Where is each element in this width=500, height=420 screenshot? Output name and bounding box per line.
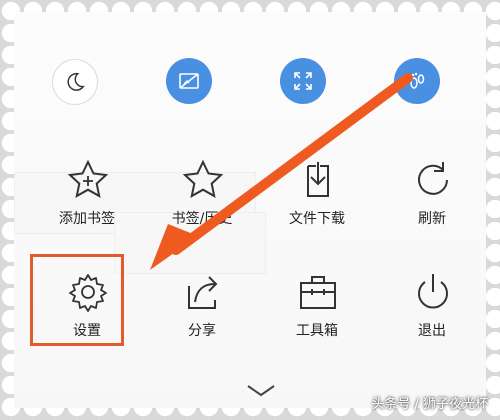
annotation-arrow: [150, 73, 413, 270]
screenshot-stage: 添加书签 书签/历史 文件下载 刷新 设置 分享 工具箱 退出 头条号 / 狮子…: [0, 0, 500, 420]
watermark: 头条号 / 狮子夜光杯: [371, 397, 488, 412]
